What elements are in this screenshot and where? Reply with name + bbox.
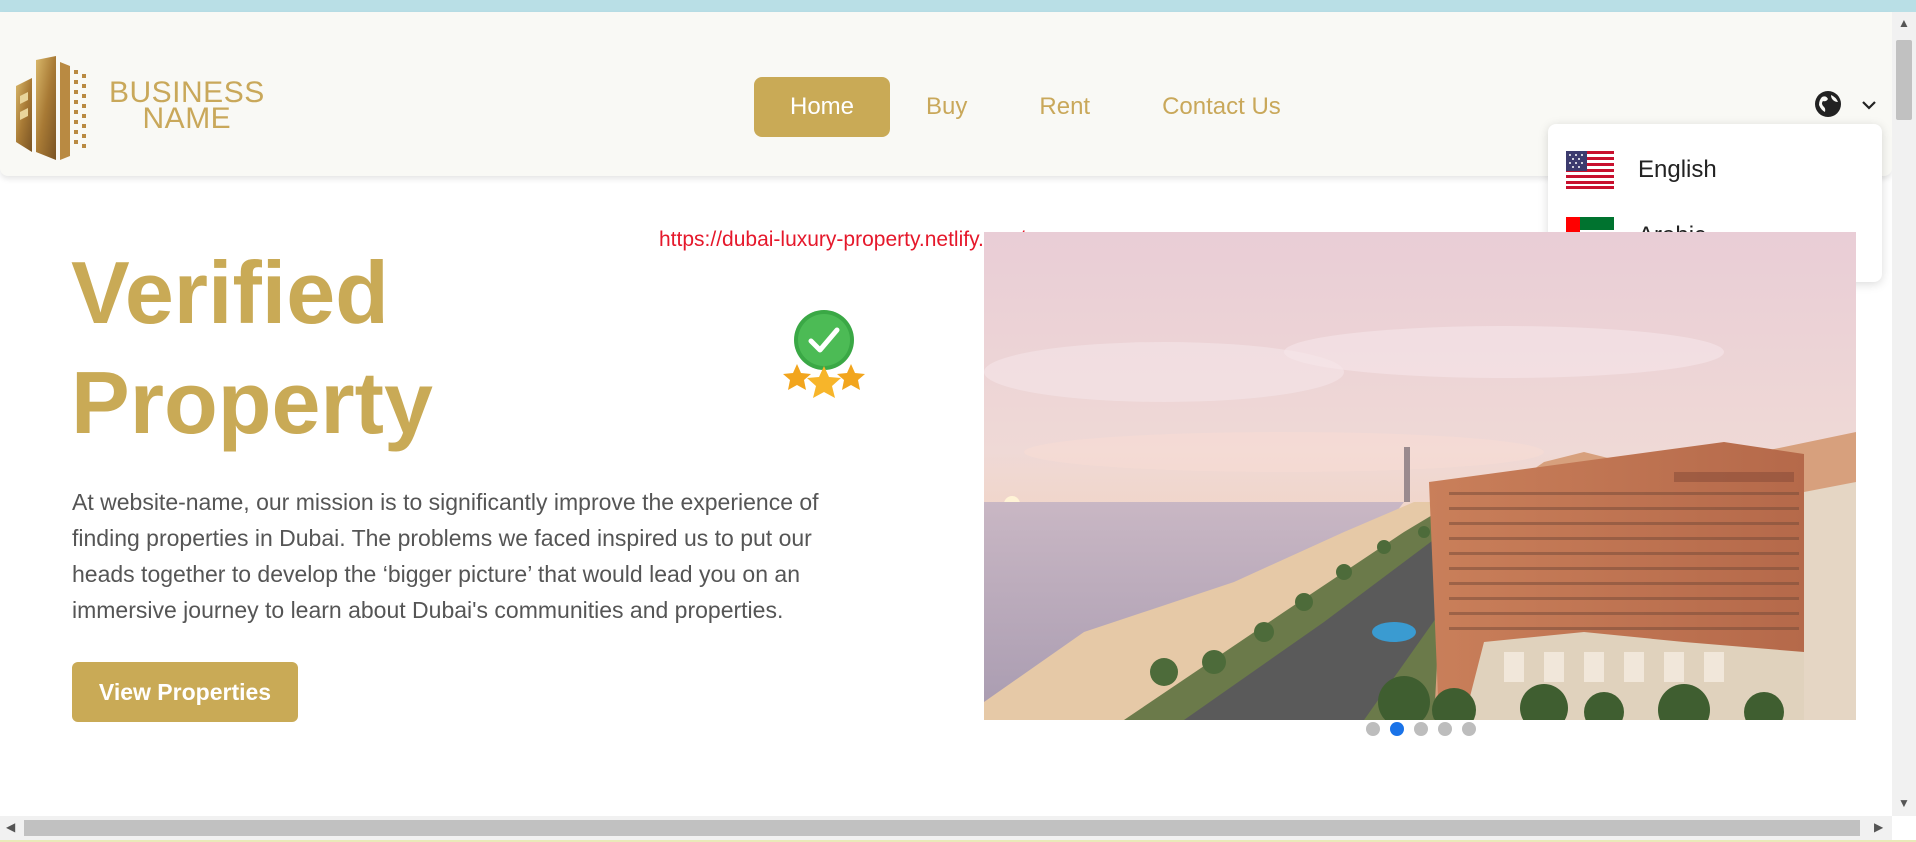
browser-top-strip <box>0 0 1916 12</box>
logo-text: BUSINESS NAME <box>109 78 265 135</box>
carousel-dot-1[interactable] <box>1366 722 1380 736</box>
carousel-dot-5[interactable] <box>1462 722 1476 736</box>
hero-title-line-2: Property <box>71 353 433 452</box>
chevron-down-icon[interactable] <box>1860 98 1878 112</box>
carousel-dot-3[interactable] <box>1414 722 1428 736</box>
nav-buy[interactable]: Buy <box>890 77 1003 137</box>
scroll-left-icon[interactable]: ◀ <box>6 820 15 834</box>
hotel-photo <box>984 232 1856 720</box>
nav-rent[interactable]: Rent <box>1003 77 1126 137</box>
url-overlay-text: https://dubai-luxury-property.netlify.ap… <box>659 228 1025 251</box>
logo-line-2: NAME <box>142 102 232 135</box>
vertical-scroll-thumb[interactable] <box>1896 40 1912 120</box>
logo[interactable]: BUSINESS NAME <box>14 56 264 160</box>
nav-home[interactable]: Home <box>754 77 891 137</box>
view-properties-button[interactable]: View Properties <box>72 662 298 722</box>
horizontal-scrollbar[interactable]: ◀ ▶ <box>0 816 1892 840</box>
hero-title: Verified Property <box>71 238 433 458</box>
language-option-english[interactable]: English <box>1566 150 1717 190</box>
globe-icon[interactable] <box>1814 90 1842 118</box>
property-carousel[interactable] <box>984 232 1856 720</box>
us-flag-icon <box>1566 151 1614 189</box>
language-label-english: English <box>1638 156 1717 183</box>
main-nav: Home Buy Rent Contact Us <box>754 77 1317 137</box>
hero-description: At website-name, our mission is to signi… <box>72 489 819 623</box>
verified-badge-icon <box>783 310 865 398</box>
carousel-indicators <box>1366 722 1476 736</box>
scroll-right-icon[interactable]: ▶ <box>1874 820 1883 834</box>
building-logo-icon <box>16 56 86 160</box>
scroll-up-icon[interactable]: ▲ <box>1898 16 1910 30</box>
horizontal-scroll-thumb[interactable] <box>24 820 1860 836</box>
nav-contact-us[interactable]: Contact Us <box>1126 77 1317 137</box>
vertical-scrollbar[interactable]: ▲ ▼ <box>1892 12 1916 816</box>
carousel-dot-2[interactable] <box>1390 722 1404 736</box>
scroll-down-icon[interactable]: ▼ <box>1898 796 1910 810</box>
carousel-dot-4[interactable] <box>1438 722 1452 736</box>
hero-title-line-1: Verified <box>71 243 389 342</box>
